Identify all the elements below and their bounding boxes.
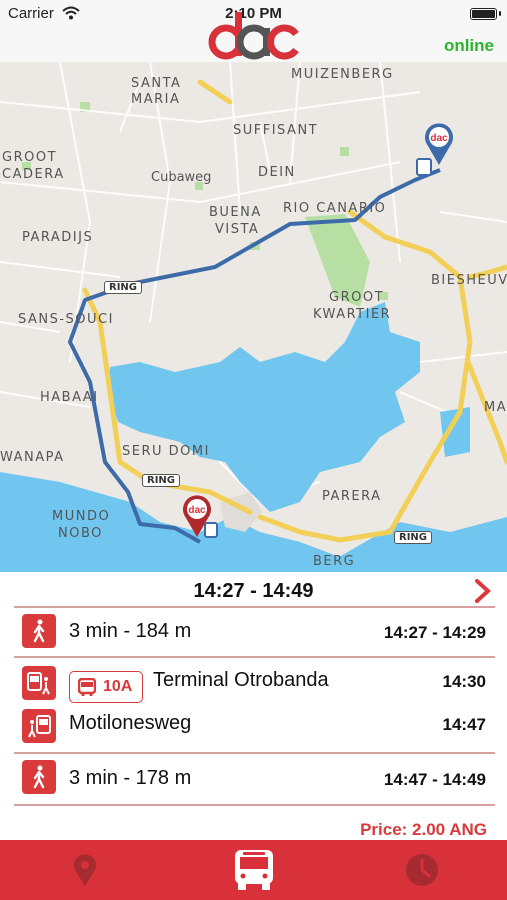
destination-marker-icon[interactable]: dac <box>182 494 212 538</box>
battery-icon <box>470 8 497 20</box>
map-label: DEIN <box>258 165 296 180</box>
tab-map[interactable] <box>45 840 125 900</box>
map-label: HABAAI <box>40 390 99 405</box>
map-label: RIO CANARIO <box>283 201 387 216</box>
map-label: WANAPA <box>0 450 65 465</box>
bus-alight-icon <box>22 709 56 743</box>
divider <box>14 804 495 806</box>
step-board-stop: Terminal Otrobanda <box>153 669 329 691</box>
bus-board-icon <box>22 666 56 700</box>
map-label: MA <box>484 400 507 415</box>
trip-price: Price: 2.00 ANG <box>360 820 487 839</box>
ring-road-badge: RING <box>104 281 142 294</box>
divider <box>14 656 495 658</box>
map-label: PARERA <box>322 489 382 504</box>
step-alight-stop: Motilonesweg <box>69 712 192 734</box>
map-label: BERG <box>313 554 356 569</box>
walking-person-icon <box>22 760 56 794</box>
map-label: KWARTIER <box>313 307 392 322</box>
map-label: GROOT <box>329 290 385 305</box>
connection-status: online <box>443 36 494 55</box>
ring-road-badge: RING <box>142 474 180 487</box>
tab-schedule[interactable] <box>382 840 462 900</box>
bus-icon <box>235 850 273 890</box>
map-label: GROOT <box>2 150 58 165</box>
walking-person-icon <box>22 614 56 648</box>
step-alight-time: 14:47 <box>442 715 486 734</box>
map-label: VISTA <box>215 222 260 237</box>
route-map[interactable]: MUIZENBERG SANTA MARIA SUFFISANT GROOT C… <box>0 62 507 572</box>
svg-text:dac: dac <box>430 133 448 144</box>
app-header: online <box>0 12 507 62</box>
map-label: SERU DOMI <box>122 444 210 459</box>
map-label: PARADIJS <box>22 230 94 245</box>
map-label: SUFFISANT <box>233 123 319 138</box>
ring-road-badge: RING <box>394 531 432 544</box>
map-label: SANTA <box>131 76 182 91</box>
step-walk-time: 14:27 - 14:29 <box>383 623 486 642</box>
chevron-right-icon[interactable] <box>471 578 493 604</box>
battery-tip <box>499 11 501 16</box>
dac-logo <box>208 12 299 60</box>
map-label: BUENA <box>209 205 262 220</box>
map-label: BIESHEUVEL <box>431 273 507 288</box>
bus-line-number: 10A <box>103 678 133 695</box>
step-walk-time: 14:47 - 14:49 <box>383 770 486 789</box>
tab-bar <box>0 840 507 900</box>
map-pin-icon <box>74 854 96 886</box>
bus-icon <box>78 678 96 696</box>
trip-time-range: 14:27 - 14:49 <box>193 580 314 602</box>
step-walk-duration: 3 min - 178 m <box>69 767 192 789</box>
clock-icon <box>406 854 438 886</box>
step-walk-duration: 3 min - 184 m <box>69 620 192 642</box>
map-label: CADERA <box>2 167 65 182</box>
map-label: NOBO <box>58 526 103 541</box>
divider <box>14 752 495 754</box>
tab-routes[interactable] <box>214 840 294 900</box>
map-label: MUIZENBERG <box>291 67 394 82</box>
svg-text:dac: dac <box>188 505 206 516</box>
map-label: MARIA <box>131 92 181 107</box>
bus-line-badge: 10A <box>69 671 143 703</box>
map-label: MUNDO <box>52 509 111 524</box>
step-board-time: 14:30 <box>442 672 486 691</box>
divider <box>14 606 495 608</box>
trip-panel: 14:27 - 14:49 3 min - 184 m 14:27 - 14:2… <box>0 572 507 840</box>
origin-marker-icon[interactable]: dac <box>424 122 454 166</box>
map-label: SANS-SOUCI <box>18 312 114 327</box>
map-label: Cubaweg <box>151 170 212 185</box>
